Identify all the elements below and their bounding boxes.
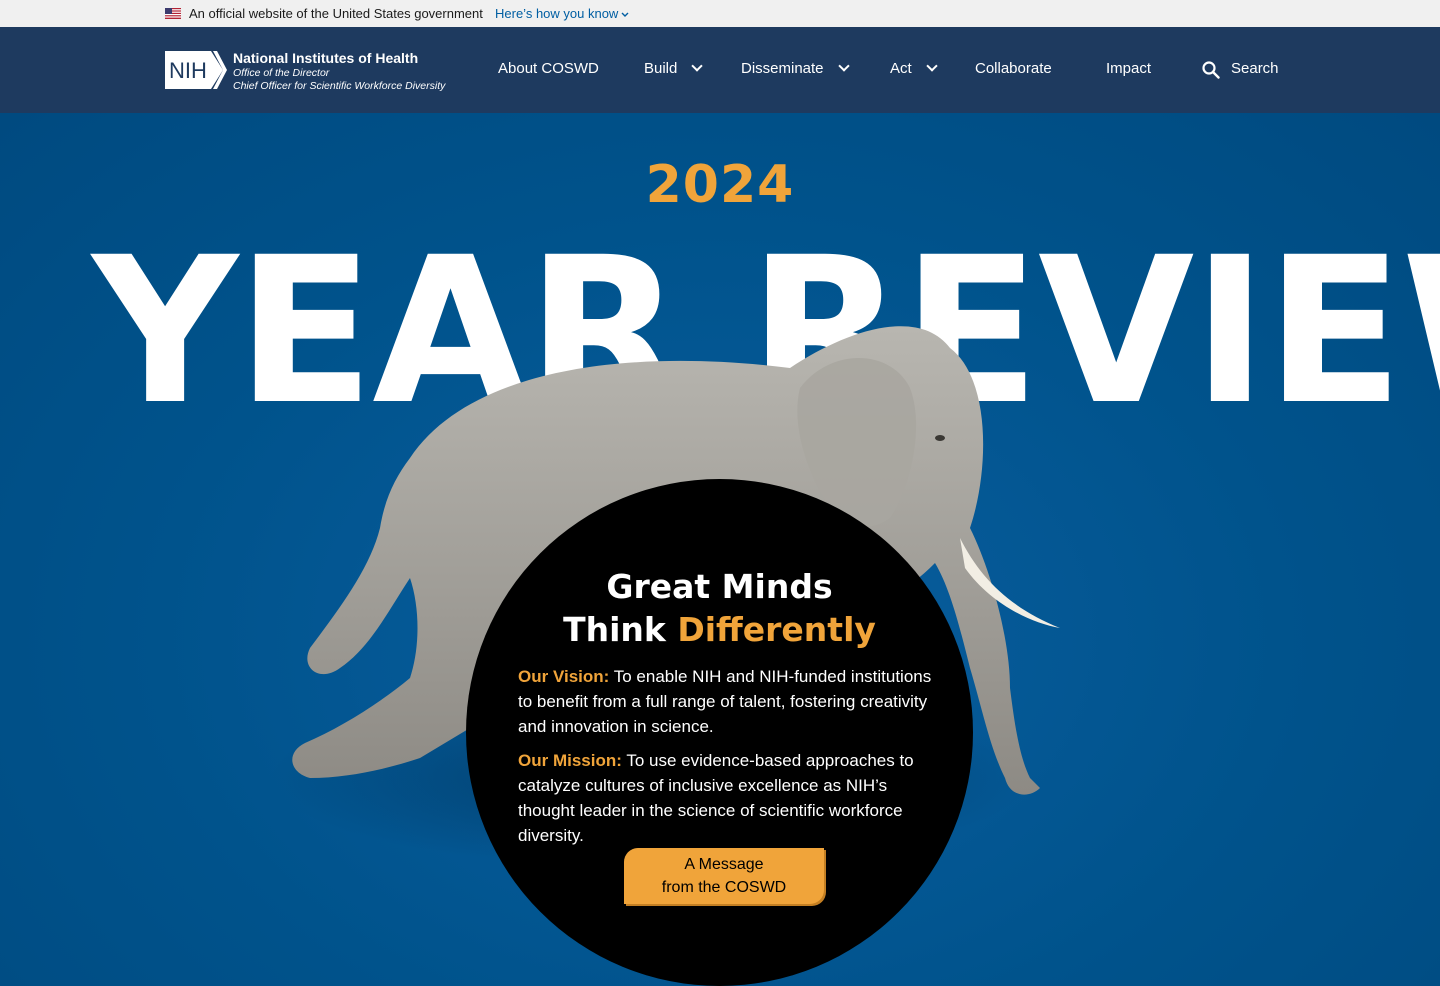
logo-line-1: National Institutes of Health (233, 50, 419, 66)
site-header: NIH National Institutes of Health Office… (0, 27, 1440, 113)
chevron-down-icon (691, 60, 704, 72)
mission-paragraph: Our Mission: To use evidence-based appro… (518, 748, 948, 848)
nav-label[interactable]: Disseminate (741, 60, 824, 77)
how-you-know-label[interactable]: Here’s how you know (495, 6, 618, 21)
gov-banner: An official website of the United States… (0, 0, 1440, 27)
nav-about-coswd[interactable]: About COSWD (498, 60, 599, 77)
mission-label: Our Mission: (518, 751, 622, 770)
cta-line-2[interactable]: from the COSWD (624, 876, 824, 899)
logo-text: National Institutes of Health Office of … (233, 49, 445, 93)
nav-label[interactable]: Build (644, 60, 677, 77)
how-you-know-toggle[interactable]: Here’s how you know (495, 6, 629, 21)
hero-year: 2024 (645, 155, 795, 215)
nav-label[interactable]: Act (890, 60, 912, 77)
chevron-down-icon (837, 60, 850, 72)
nav-label[interactable]: Impact (1106, 60, 1151, 77)
chevron-down-icon (621, 12, 629, 17)
nav-label[interactable]: About COSWD (498, 60, 599, 77)
logo-line-2: Office of the Director (233, 67, 330, 79)
circle-title-differently: Differently (677, 610, 876, 649)
nav-act[interactable]: Act (890, 60, 938, 77)
vision-paragraph: Our Vision: To enable NIH and NIH-funded… (518, 664, 948, 739)
nih-logo-link[interactable]: NIH National Institutes of Health Office… (165, 49, 465, 93)
circle-title: Great Minds Think Differently (466, 565, 973, 651)
official-website-text: An official website of the United States… (189, 6, 483, 21)
nav-impact[interactable]: Impact (1106, 60, 1151, 77)
circle-title-line-1: Great Minds (606, 567, 833, 606)
nih-logo: NIH (165, 51, 227, 89)
search-icon (1202, 61, 1220, 79)
nav-label[interactable]: Collaborate (975, 60, 1052, 77)
search-label[interactable]: Search (1231, 60, 1279, 77)
nav-build[interactable]: Build (644, 60, 704, 77)
hero-section: 2024 YEAR REVIEW Great Minds Think Diffe… (0, 113, 1440, 986)
nav-collaborate[interactable]: Collaborate (975, 60, 1052, 77)
cta-line-1[interactable]: A Message (624, 853, 824, 876)
nih-logo-mark-text: NIH (169, 58, 207, 83)
logo-line-3: Chief Officer for Scientific Workforce D… (233, 80, 446, 92)
us-flag-icon (165, 8, 181, 19)
circle-title-line-2: Think Differently (466, 608, 973, 651)
nav-disseminate[interactable]: Disseminate (741, 60, 850, 77)
vision-label: Our Vision: (518, 667, 610, 686)
mission-circle: Great Minds Think Differently Our Vision… (466, 479, 973, 986)
message-from-coswd-button[interactable]: A Message from the COSWD (624, 848, 824, 904)
chevron-down-icon (926, 60, 938, 72)
circle-title-think: Think (563, 610, 678, 649)
